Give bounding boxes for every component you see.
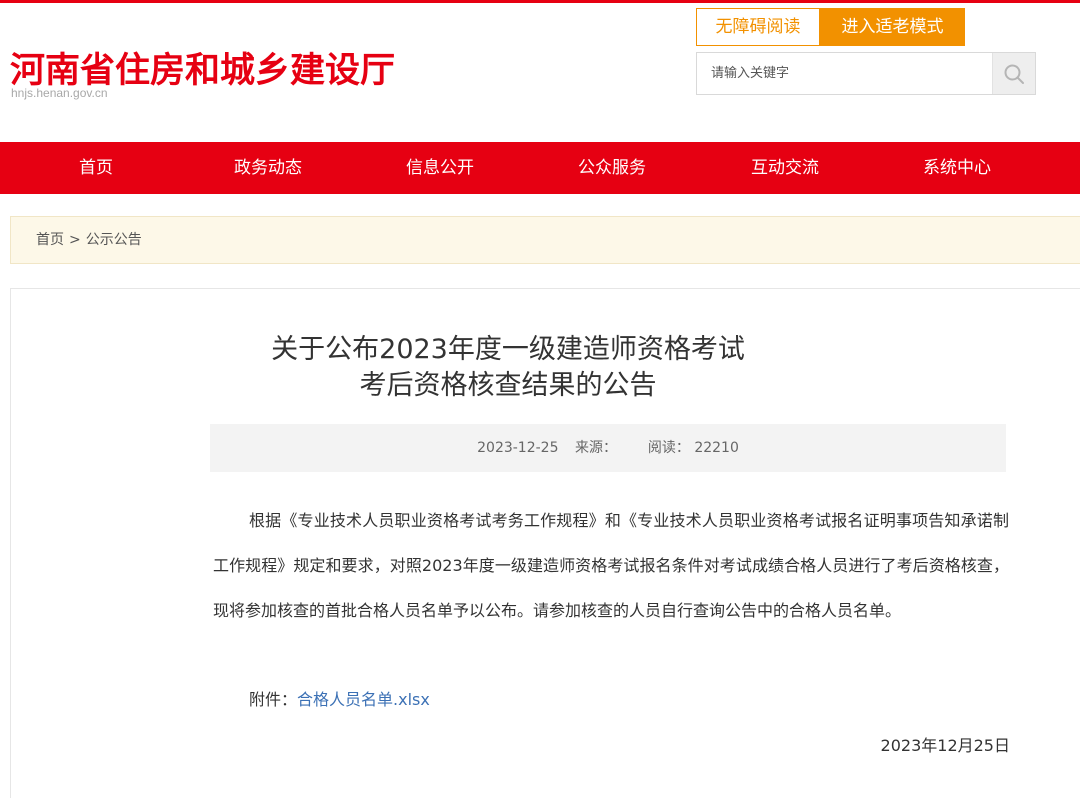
accessible-reading-button[interactable]: 无障碍阅读: [696, 8, 820, 46]
attachment-row: 附件：合格人员名单.xlsx: [249, 680, 430, 720]
nav-item-home[interactable]: 首页: [36, 142, 156, 194]
article-title: 关于公布2023年度一级建造师资格考试 考后资格核查结果的公告: [0, 332, 1016, 404]
nav-item-info-disclosure[interactable]: 信息公开: [380, 142, 500, 194]
breadcrumb-current-link[interactable]: 公示公告: [86, 232, 142, 248]
attachment-link[interactable]: 合格人员名单.xlsx: [297, 690, 430, 709]
elder-mode-button[interactable]: 进入适老模式: [820, 8, 965, 46]
nav-item-system-center[interactable]: 系统中心: [897, 142, 1017, 194]
nav-item-public-service[interactable]: 公众服务: [552, 142, 672, 194]
article-sign-date: 2023年12月25日: [880, 736, 1010, 755]
search-icon: [1004, 64, 1024, 84]
article-reads-label: 阅读：: [647, 440, 690, 456]
attachment-label: 附件：: [249, 690, 298, 709]
article-source-label: 来源：: [574, 440, 617, 456]
article-body-paragraph: 根据《专业技术人员职业资格考试考务工作规程》和《专业技术人员职业资格考试报名证明…: [213, 511, 1009, 620]
main-nav: 首页 政务动态 信息公开 公众服务 互动交流 系统中心: [0, 142, 1080, 194]
site-domain: hnjs.henan.gov.cn: [11, 86, 108, 100]
article-title-line1: 关于公布2023年度一级建造师资格考试: [271, 334, 745, 365]
article-title-line2: 考后资格核查结果的公告: [359, 370, 657, 401]
breadcrumb-home-link[interactable]: 首页: [36, 232, 64, 248]
search-button[interactable]: [992, 53, 1035, 94]
breadcrumb-separator: >: [69, 232, 81, 248]
article-date: 2023-12-25: [477, 440, 559, 456]
top-accent-line: [0, 0, 1080, 3]
search-box: [696, 52, 1036, 95]
article-meta-bar: 2023-12-25 来源： 阅读： 22210: [210, 424, 1006, 472]
breadcrumb: 首页 > 公示公告: [10, 216, 1080, 264]
article-reads-count: 22210: [694, 440, 739, 456]
search-input[interactable]: [697, 53, 993, 94]
nav-item-gov-news[interactable]: 政务动态: [208, 142, 328, 194]
nav-item-interaction[interactable]: 互动交流: [725, 142, 845, 194]
